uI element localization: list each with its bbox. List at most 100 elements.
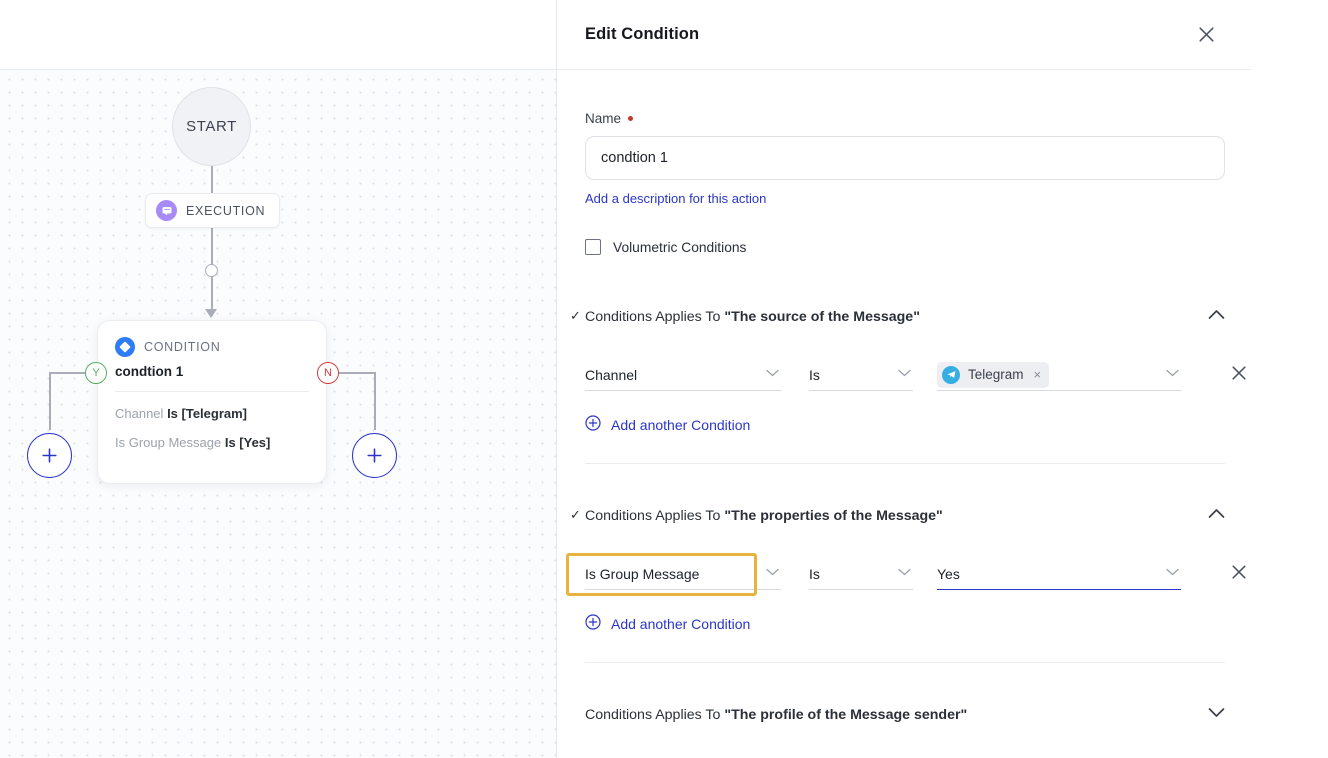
condition-node-rule-1-value: Is [Telegram] — [167, 406, 248, 421]
volumetric-conditions-label: Volumetric Conditions — [613, 239, 747, 255]
condition-node-divider — [115, 391, 309, 392]
condition-node-rule-2: Is Group Message Is [Yes] — [115, 435, 309, 450]
circle-plus-icon — [585, 614, 601, 633]
plus-icon — [42, 448, 57, 463]
chat-bubble-icon — [156, 200, 177, 221]
branch-line-no-vertical — [374, 372, 376, 430]
chevron-down-icon — [766, 563, 779, 581]
chevron-down-icon — [898, 364, 911, 382]
branch-badge-yes[interactable]: Y — [85, 362, 107, 384]
condition-value-select-properties[interactable]: Yes — [937, 558, 1181, 590]
start-node-label: START — [186, 118, 237, 135]
section-divider — [585, 662, 1225, 663]
required-indicator-icon — [628, 116, 634, 121]
condition-section-sender-profile: Conditions Applies To "The profile of th… — [585, 705, 1225, 725]
panel-header: Edit Condition — [557, 0, 1251, 70]
value-chip-label: Telegram — [968, 367, 1024, 382]
name-field-label: Name — [585, 111, 1251, 126]
remove-condition-row-icon[interactable] — [1231, 365, 1247, 386]
condition-value-text: Yes — [937, 565, 960, 582]
condition-node-rule-2-field: Is Group Message — [115, 435, 222, 450]
condition-operator-select-properties[interactable]: Is — [809, 558, 913, 590]
branch-badge-yes-label: Y — [92, 367, 100, 379]
condition-field-value: Channel — [585, 366, 638, 383]
condition-field-select-source[interactable]: Channel — [585, 359, 781, 391]
condition-row-properties-1: Is Group Message Is Yes — [585, 556, 1246, 590]
plus-icon — [367, 448, 382, 463]
workflow-canvas[interactable]: START EXECUTION CONDITION condtion 1 Cha… — [0, 0, 556, 758]
add-node-button-yes-branch[interactable] — [27, 433, 72, 478]
condition-value-select-source[interactable]: Telegram × — [937, 359, 1181, 391]
branch-badge-no-label: N — [324, 367, 332, 379]
condition-node-card[interactable]: CONDITION condtion 1 Channel Is [Telegra… — [97, 320, 327, 484]
check-icon: ✓ — [570, 507, 581, 522]
connector-line-execution-to-dot — [211, 227, 213, 265]
condition-section-properties: ✓ Conditions Applies To "The properties … — [570, 506, 1246, 663]
condition-field-select-properties[interactable]: Is Group Message — [585, 558, 781, 590]
add-another-condition-source[interactable]: Add another Condition — [585, 415, 750, 434]
execution-badge-label: EXECUTION — [186, 203, 266, 218]
section-target: "The properties of the Message" — [724, 508, 943, 524]
connector-arrowhead-icon — [205, 309, 217, 318]
condition-section-source: ✓ Conditions Applies To "The source of t… — [570, 307, 1246, 464]
panel-title: Edit Condition — [585, 25, 700, 43]
section-divider — [585, 463, 1225, 464]
condition-section-sender-profile-header[interactable]: Conditions Applies To "The profile of th… — [585, 705, 1225, 725]
close-icon[interactable] — [1193, 22, 1219, 48]
condition-node-rule-1-field: Channel — [115, 406, 164, 421]
condition-operator-value: Is — [809, 565, 820, 582]
circle-plus-icon — [585, 415, 601, 434]
condition-node-rule-2-value: Is [Yes] — [224, 435, 271, 450]
add-another-condition-properties[interactable]: Add another Condition — [585, 614, 750, 633]
condition-node-title: condtion 1 — [115, 364, 184, 379]
telegram-icon — [942, 365, 960, 384]
chevron-down-icon — [1166, 563, 1179, 581]
condition-section-sender-profile-title: Conditions Applies To "The profile of th… — [585, 707, 967, 723]
name-label-text: Name — [585, 111, 622, 126]
condition-row-source-1: Channel Is Telegram × — [585, 357, 1246, 391]
start-node[interactable]: START — [172, 87, 251, 166]
chevron-up-icon[interactable] — [1208, 506, 1225, 524]
chevron-down-icon[interactable] — [1208, 705, 1225, 723]
condition-field-value: Is Group Message — [585, 565, 700, 582]
add-description-link[interactable]: Add a description for this action — [585, 191, 766, 206]
condition-section-source-header[interactable]: ✓ Conditions Applies To "The source of t… — [570, 307, 1225, 327]
chip-remove-icon[interactable]: × — [1032, 368, 1042, 381]
remove-condition-row-icon[interactable] — [1231, 564, 1247, 585]
chevron-up-icon[interactable] — [1208, 307, 1225, 325]
condition-section-source-title: Conditions Applies To "The source of the… — [585, 309, 920, 325]
chevron-down-icon — [766, 364, 779, 382]
branch-line-yes-vertical — [49, 372, 51, 430]
volumetric-conditions-row[interactable]: Volumetric Conditions — [585, 239, 1251, 255]
section-prefix: Conditions Applies To — [585, 707, 725, 723]
condition-operator-value: Is — [809, 366, 820, 383]
section-target: "The source of the Message" — [724, 309, 920, 325]
add-node-button-no-branch[interactable] — [352, 433, 397, 478]
condition-section-properties-title: Conditions Applies To "The properties of… — [585, 508, 943, 524]
condition-node-rule-1: Channel Is [Telegram] — [115, 406, 309, 421]
panel-body: Name Add a description for this action V… — [557, 70, 1251, 725]
condition-node-kind: CONDITION — [144, 340, 221, 354]
condition-node-header: CONDITION — [115, 337, 309, 357]
chevron-down-icon — [1166, 364, 1179, 382]
chevron-down-icon — [898, 563, 911, 581]
section-prefix: Conditions Applies To — [585, 309, 725, 325]
section-target: "The profile of the Message sender" — [724, 707, 968, 723]
canvas-toolbar — [0, 0, 556, 70]
connector-dot-node[interactable] — [205, 264, 218, 277]
name-input[interactable] — [585, 136, 1225, 180]
branch-line-no-horizontal — [336, 372, 376, 374]
connector-line-start-to-execution — [211, 164, 213, 194]
branch-badge-no[interactable]: N — [317, 362, 339, 384]
execution-badge[interactable]: EXECUTION — [145, 193, 281, 228]
condition-section-properties-header[interactable]: ✓ Conditions Applies To "The properties … — [570, 506, 1225, 526]
value-chip-telegram[interactable]: Telegram × — [937, 361, 1050, 388]
add-another-condition-label: Add another Condition — [611, 615, 751, 632]
condition-operator-select-source[interactable]: Is — [809, 359, 913, 391]
edit-condition-panel: Edit Condition Name Add a description fo… — [556, 0, 1328, 758]
check-icon: ✓ — [570, 308, 581, 323]
volumetric-conditions-checkbox[interactable] — [585, 239, 601, 255]
condition-diamond-icon — [115, 337, 135, 357]
app-root: START EXECUTION CONDITION condtion 1 Cha… — [0, 0, 1328, 758]
section-prefix: Conditions Applies To — [585, 508, 725, 524]
